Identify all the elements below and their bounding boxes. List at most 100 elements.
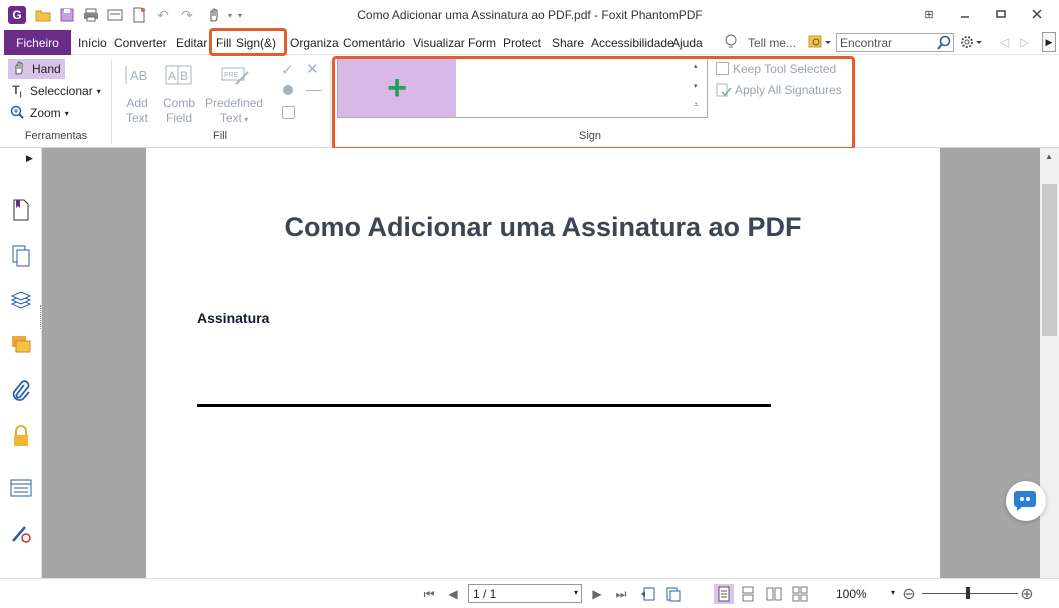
zoom-out-icon[interactable]: ⊖ bbox=[901, 586, 917, 603]
zoom-level[interactable]: 100% bbox=[836, 587, 867, 601]
bookmark-icon[interactable] bbox=[9, 198, 33, 222]
vertical-scrollbar[interactable]: ▲ bbox=[1040, 148, 1059, 578]
first-page-icon[interactable]: ⏮ bbox=[421, 586, 437, 602]
line-icon[interactable] bbox=[306, 90, 322, 91]
next-view-icon[interactable] bbox=[665, 586, 681, 602]
tell-me[interactable]: Tell me... bbox=[748, 36, 796, 50]
chevron-down-icon[interactable]: ▾ bbox=[891, 588, 895, 597]
ribbon-separator bbox=[330, 60, 331, 144]
cross-icon[interactable]: ✕ bbox=[306, 60, 322, 78]
hand-tool-button[interactable]: Hand bbox=[8, 59, 65, 79]
search-box bbox=[836, 33, 954, 52]
continuous-facing-view-icon[interactable] bbox=[792, 586, 808, 602]
close-button[interactable] bbox=[1022, 4, 1052, 24]
menu-editar[interactable]: Editar bbox=[176, 36, 207, 50]
chevron-down-icon: ▾ bbox=[573, 588, 578, 597]
menu-inicio[interactable]: Início bbox=[78, 36, 107, 50]
add-text-button[interactable]: Add Text bbox=[118, 96, 156, 126]
select-text-icon: TI bbox=[12, 82, 22, 100]
select-tool-button[interactable]: TI Seleccionar ▾ bbox=[8, 81, 101, 101]
zoom-icon bbox=[8, 105, 26, 122]
window-title: Como Adicionar uma Assinatura ao PDF.pdf… bbox=[357, 8, 703, 22]
undo-icon[interactable]: ↶ bbox=[154, 6, 172, 24]
save-icon[interactable] bbox=[58, 6, 76, 24]
search-icon[interactable] bbox=[936, 35, 952, 51]
last-page-icon[interactable]: ⏭ bbox=[613, 586, 629, 602]
scroll-up-icon[interactable]: ▲ bbox=[1045, 152, 1053, 161]
comb-field-button[interactable]: Comb Field bbox=[158, 96, 200, 126]
page-number-value: 1 / 1 bbox=[473, 587, 497, 601]
app-logo-icon[interactable]: G bbox=[8, 6, 26, 24]
expand-panel-icon[interactable]: ▶ bbox=[26, 153, 33, 164]
zoom-slider-track[interactable] bbox=[922, 593, 1018, 594]
document-title: Como Adicionar uma Assinatura ao PDF bbox=[284, 212, 802, 242]
predefined-text-label-1: Predefined bbox=[204, 96, 264, 110]
comments-icon[interactable] bbox=[9, 333, 33, 357]
restore-button[interactable] bbox=[986, 4, 1016, 24]
hand-icon bbox=[10, 61, 28, 78]
menu-organiza[interactable]: Organiza bbox=[290, 36, 339, 50]
chevron-down-icon: ▾ bbox=[241, 115, 249, 124]
attachment-icon[interactable] bbox=[9, 379, 33, 403]
pdf-page[interactable]: Como Adicionar uma Assinatura ao PDF Ass… bbox=[146, 148, 940, 578]
customize-toolbar-icon[interactable]: ▾ bbox=[231, 6, 249, 24]
assistant-button[interactable] bbox=[1006, 481, 1046, 521]
settings-gear-icon[interactable] bbox=[960, 34, 984, 50]
open-folder-icon[interactable] bbox=[34, 6, 52, 24]
next-page-icon[interactable]: ▶ bbox=[589, 586, 605, 602]
menu-comentario[interactable]: Comentário bbox=[343, 36, 405, 50]
menu-protect[interactable]: Protect bbox=[503, 36, 541, 50]
redo-icon[interactable]: ↷ bbox=[178, 6, 196, 24]
signature-panel-icon[interactable] bbox=[9, 521, 33, 545]
tools-group-label: Ferramentas bbox=[24, 130, 88, 142]
menu-acessibilidade[interactable]: Accessibilidade bbox=[591, 36, 674, 50]
predefined-text-button[interactable]: Predefined Text ▾ bbox=[201, 96, 267, 127]
menu-share[interactable]: Share bbox=[552, 36, 584, 50]
chevron-down-icon: ▾ bbox=[96, 86, 101, 96]
fill-group-label: Fill bbox=[212, 130, 228, 142]
menu-form[interactable]: Form bbox=[468, 36, 496, 50]
previous-result-icon[interactable]: ◁ bbox=[1000, 35, 1009, 49]
new-document-icon[interactable] bbox=[130, 6, 148, 24]
scan-icon[interactable] bbox=[106, 6, 124, 24]
chat-assistant-icon bbox=[1014, 491, 1036, 511]
rectangle-icon[interactable] bbox=[282, 106, 295, 119]
signature-label: Assinatura bbox=[197, 310, 270, 326]
minimize-button[interactable] bbox=[950, 4, 980, 24]
zoom-tool-label: Zoom bbox=[30, 106, 61, 120]
ribbon-display-icon[interactable]: ⊞ bbox=[914, 4, 944, 24]
highlight-sign-group bbox=[332, 56, 855, 150]
search-input[interactable] bbox=[840, 36, 934, 50]
status-bar: ⏮ ◀ 1 / 1 ▾ ▶ ⏭ 100% ▾ ⊖ ⊕ bbox=[0, 578, 1059, 608]
scrollbar-thumb[interactable] bbox=[1042, 184, 1057, 336]
form-fields-icon[interactable] bbox=[9, 476, 33, 500]
pages-icon[interactable] bbox=[9, 244, 33, 268]
ribbon-scroll-right-icon[interactable]: ▶ bbox=[1042, 32, 1056, 52]
search-options-icon[interactable] bbox=[808, 34, 832, 50]
comb-field-label-2: Field bbox=[165, 111, 192, 125]
print-icon[interactable] bbox=[82, 6, 100, 24]
menu-ajuda[interactable]: Ajuda bbox=[672, 36, 703, 50]
layers-icon[interactable] bbox=[9, 289, 33, 313]
menu-visualizar[interactable]: Visualizar bbox=[413, 36, 465, 50]
next-result-icon[interactable]: ▷ bbox=[1020, 35, 1029, 49]
page-number-input[interactable]: 1 / 1 ▾ bbox=[468, 584, 582, 603]
menu-converter[interactable]: Converter bbox=[114, 36, 167, 50]
continuous-view-icon[interactable] bbox=[740, 586, 756, 602]
ribbon-separator bbox=[111, 60, 112, 144]
add-text-label-2: Text bbox=[125, 111, 148, 125]
highlight-fill-sign-tab bbox=[209, 28, 287, 56]
zoom-in-icon[interactable]: ⊕ bbox=[1019, 586, 1035, 603]
checkmark-icon[interactable]: ✓ bbox=[281, 61, 297, 79]
zoom-slider-thumb[interactable] bbox=[966, 587, 970, 599]
lock-icon[interactable] bbox=[9, 424, 33, 448]
svg-text:AB: AB bbox=[130, 68, 147, 83]
dot-icon[interactable] bbox=[283, 85, 293, 95]
single-page-view-icon[interactable] bbox=[714, 584, 734, 604]
previous-page-icon[interactable]: ◀ bbox=[445, 586, 461, 602]
menu-file[interactable]: Ficheiro bbox=[4, 30, 71, 55]
hand-tool-quick-icon[interactable] bbox=[204, 6, 222, 24]
previous-view-icon[interactable] bbox=[640, 586, 656, 602]
zoom-tool-button[interactable]: Zoom ▾ bbox=[8, 103, 69, 123]
facing-view-icon[interactable] bbox=[766, 586, 782, 602]
